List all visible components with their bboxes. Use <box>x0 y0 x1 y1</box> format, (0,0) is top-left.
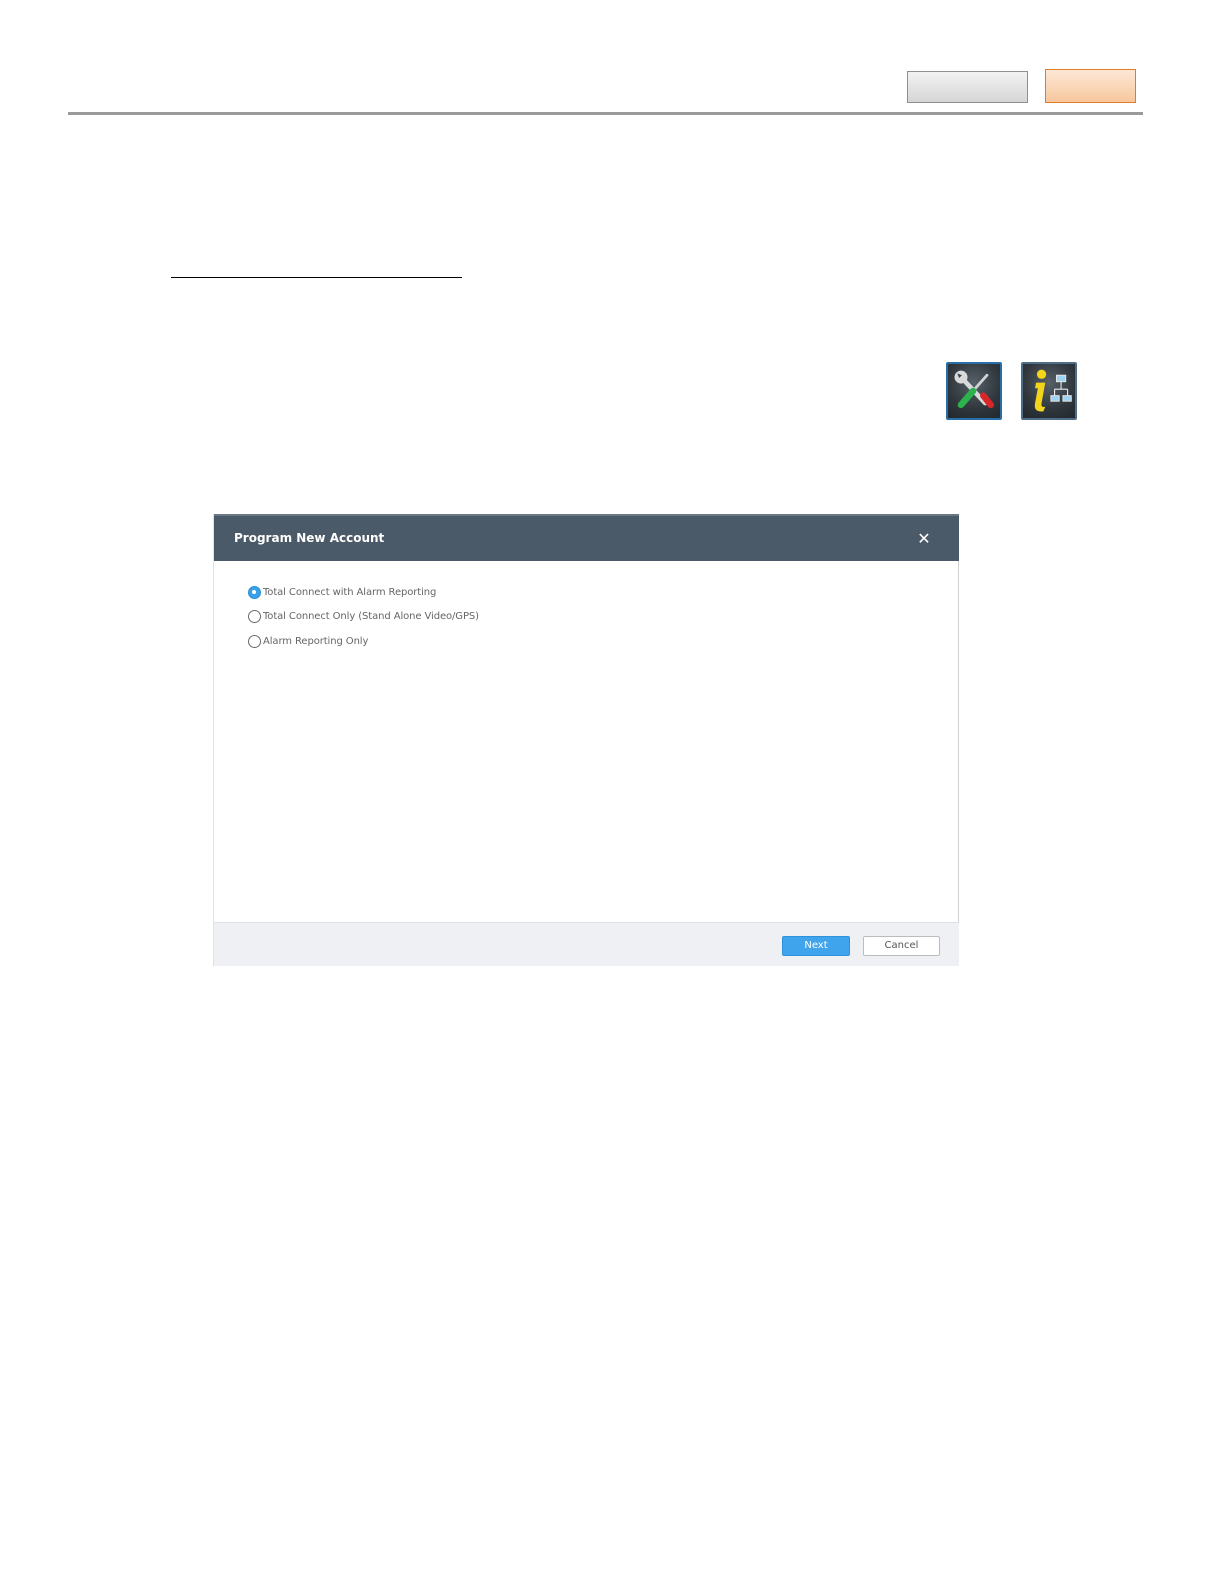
cancel-button[interactable]: Cancel <box>863 936 940 956</box>
option-label: Total Connect with Alarm Reporting <box>263 586 437 598</box>
tools-icon-graphic <box>954 370 994 409</box>
option-alarm-reporting-only[interactable]: Alarm Reporting Only <box>248 633 368 649</box>
dialog-footer: Next Cancel <box>214 922 959 966</box>
dialog-header: Program New Account ✕ <box>214 514 959 561</box>
info-network-icon-graphic <box>1034 369 1072 412</box>
option-label: Total Connect Only (Stand Alone Video/GP… <box>263 610 479 622</box>
section-underline <box>171 277 462 278</box>
header-tab-orange <box>1045 69 1136 103</box>
close-icon[interactable]: ✕ <box>914 529 934 549</box>
header-divider <box>68 112 1143 115</box>
program-new-account-dialog: Program New Account ✕ Total Connect with… <box>213 514 959 966</box>
option-total-connect-with-alarm-reporting[interactable]: Total Connect with Alarm Reporting <box>248 584 436 600</box>
info-network-icon[interactable] <box>1021 362 1077 420</box>
dialog-title: Program New Account <box>234 531 385 545</box>
radio-button[interactable] <box>248 634 261 648</box>
radio-button[interactable] <box>248 609 261 623</box>
header-tab-gray <box>907 71 1028 103</box>
next-button[interactable]: Next <box>782 936 850 956</box>
tools-icon[interactable] <box>946 362 1002 420</box>
radio-button-selected[interactable] <box>248 585 261 599</box>
option-label: Alarm Reporting Only <box>263 635 369 647</box>
option-total-connect-only[interactable]: Total Connect Only (Stand Alone Video/GP… <box>248 608 479 624</box>
